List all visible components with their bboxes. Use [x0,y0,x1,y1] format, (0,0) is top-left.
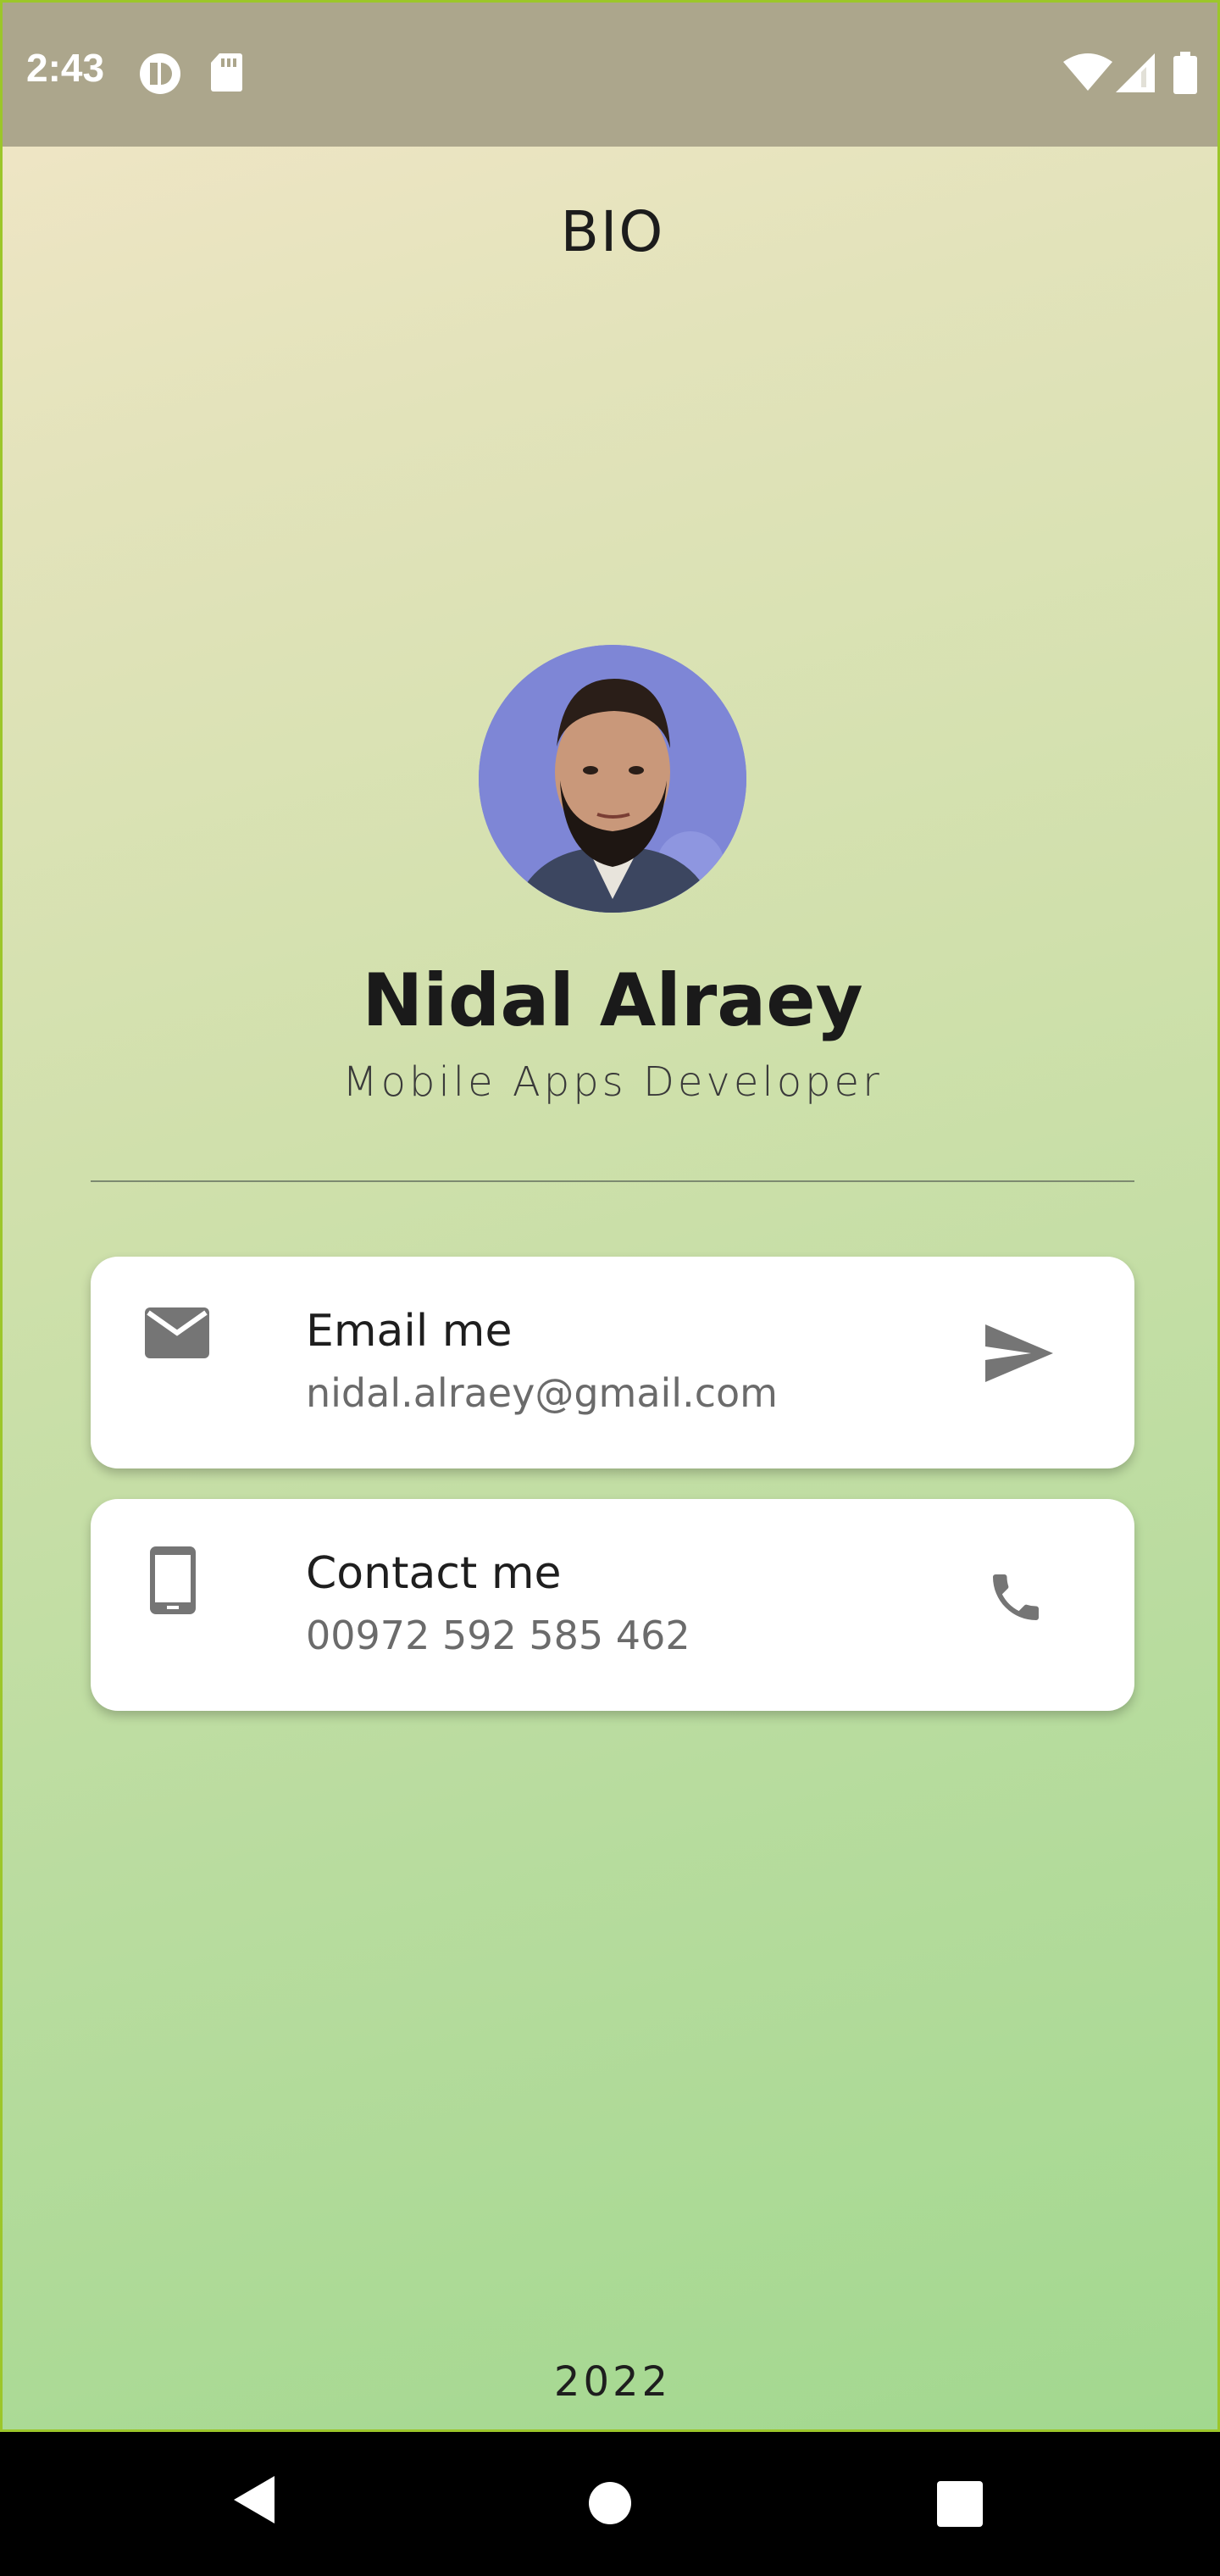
cell-signal-icon [1116,53,1155,97]
phone-icon[interactable] [985,1567,1046,1632]
email-address: nidal.alraey@gmail.com [306,1370,778,1416]
smartphone-icon [150,1546,196,1618]
app-title: BIO [560,199,665,264]
phone-number: 00972 592 585 462 [306,1613,690,1658]
back-button[interactable] [230,2473,278,2531]
wifi-icon [1063,53,1112,95]
profile-name: Nidal Alraey [362,958,863,1043]
footer-year: 2022 [553,2358,672,2406]
navigation-bar [0,2432,1220,2576]
send-icon[interactable] [985,1324,1053,1386]
notification-app-icon [138,52,182,100]
sd-card-icon [209,52,243,97]
contact-card-title: Contact me [306,1548,562,1599]
email-icon [145,1307,209,1363]
status-time: 2:43 [26,46,105,90]
email-card[interactable]: Email me nidal.alraey@gmail.com [91,1257,1134,1468]
profile-role: Mobile Apps Developer [342,1058,883,1106]
email-card-title: Email me [306,1306,513,1357]
battery-icon [1173,52,1197,98]
divider [91,1180,1134,1182]
recents-button[interactable] [937,2481,983,2531]
home-button[interactable] [586,2479,634,2531]
status-bar: 2:43 [3,3,1217,147]
app-screen: 2:43 BIO Nidal Alraey Mobile Apps Develo… [0,0,1220,2432]
avatar [479,645,746,913]
contact-card[interactable]: Contact me 00972 592 585 462 [91,1499,1134,1711]
